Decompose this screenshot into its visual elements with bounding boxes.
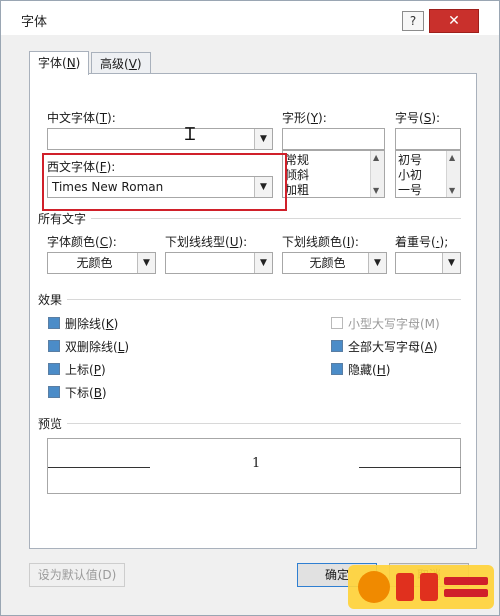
set-default-button[interactable]: 设为默认值(D) [29, 563, 125, 587]
dialog-title: 字体 [21, 15, 48, 30]
subscript-label: 下标(B) [65, 386, 107, 400]
chevron-down-icon[interactable]: ▼ [449, 186, 455, 195]
chevron-down-icon[interactable]: ▼ [373, 186, 379, 195]
preview-line-right [359, 467, 461, 468]
font-dialog: 字体 ? ✕ 字体(N) 高级(V) 中文字体(T): ▼ Ɪ 字形(Y): 常… [0, 0, 500, 616]
effects-heading: 效果 [38, 293, 63, 307]
preview-sample: 1 [252, 456, 261, 471]
small-caps-checkbox[interactable] [331, 317, 343, 329]
font-color-combo[interactable]: 无颜色 ▼ [47, 252, 156, 274]
size-scrollbar[interactable]: ▲ ▼ [446, 151, 460, 197]
chinese-font-label: 中文字体(T): [47, 111, 116, 125]
strikethrough-label: 删除线(K) [65, 317, 119, 331]
size-label: 字号(S): [395, 111, 441, 125]
underline-type-combo[interactable]: ▼ [165, 252, 273, 274]
strikethrough-checkbox[interactable] [48, 317, 60, 329]
tab-font[interactable]: 字体(N) [29, 51, 90, 75]
close-button[interactable]: ✕ [429, 9, 479, 33]
list-item[interactable]: 倾斜 [285, 168, 309, 183]
double-strikethrough-checkbox[interactable] [48, 340, 60, 352]
list-item[interactable]: 小初 [398, 168, 422, 183]
chevron-down-icon[interactable]: ▼ [254, 253, 272, 273]
size-list[interactable]: 初号 小初 一号 ▲ ▼ [395, 150, 461, 198]
chinese-font-combo[interactable]: ▼ [47, 128, 273, 150]
divider [67, 423, 461, 424]
preview-line-left [48, 467, 150, 468]
tab-advanced[interactable]: 高级(V) [91, 52, 151, 75]
underline-color-combo[interactable]: 无颜色 ▼ [282, 252, 387, 274]
superscript-checkbox[interactable] [48, 363, 60, 375]
style-scrollbar[interactable]: ▲ ▼ [370, 151, 384, 197]
divider [67, 299, 461, 300]
chevron-up-icon[interactable]: ▲ [449, 153, 455, 162]
chevron-up-icon[interactable]: ▲ [373, 153, 379, 162]
list-item[interactable]: 一号 [398, 183, 422, 198]
help-button[interactable]: ? [402, 11, 424, 31]
western-font-combo[interactable]: Times New Roman ▼ [47, 176, 273, 198]
chevron-down-icon[interactable]: ▼ [254, 129, 272, 149]
emphasis-combo[interactable]: ▼ [395, 252, 461, 274]
all-text-heading: 所有文字 [38, 212, 87, 226]
size-input[interactable] [395, 128, 461, 150]
list-item[interactable]: 加粗 [285, 183, 309, 198]
text-cursor-icon: Ɪ [185, 124, 196, 145]
underline-color-label: 下划线颜色(I): [282, 235, 359, 249]
font-color-label: 字体颜色(C): [47, 235, 117, 249]
preview-box: 1 [47, 438, 461, 494]
western-font-label: 西文字体(F): [47, 160, 116, 174]
chevron-down-icon[interactable]: ▼ [442, 253, 460, 273]
double-strikethrough-label: 双删除线(L) [65, 340, 130, 354]
all-caps-checkbox[interactable] [331, 340, 343, 352]
divider [91, 218, 461, 219]
style-label: 字形(Y): [282, 111, 327, 125]
western-font-value: Times New Roman [52, 180, 164, 194]
list-item[interactable]: 常规 [285, 153, 309, 168]
style-list[interactable]: 常规 倾斜 加粗 ▲ ▼ [282, 150, 385, 198]
style-input[interactable] [282, 128, 385, 150]
small-caps-label: 小型大写字母(M) [348, 317, 440, 331]
hidden-label: 隐藏(H) [348, 363, 391, 377]
emphasis-label: 着重号(·); [395, 235, 449, 249]
chevron-down-icon[interactable]: ▼ [137, 253, 155, 273]
title-bar: 字体 ? ✕ [1, 1, 499, 35]
superscript-label: 上标(P) [65, 363, 106, 377]
site-watermark-logo [348, 565, 494, 609]
preview-heading: 预览 [38, 417, 63, 431]
list-item[interactable]: 初号 [398, 153, 422, 168]
all-caps-label: 全部大写字母(A) [348, 340, 438, 354]
chevron-down-icon[interactable]: ▼ [254, 177, 272, 197]
subscript-checkbox[interactable] [48, 386, 60, 398]
underline-type-label: 下划线线型(U): [165, 235, 248, 249]
hidden-checkbox[interactable] [331, 363, 343, 375]
chevron-down-icon[interactable]: ▼ [368, 253, 386, 273]
